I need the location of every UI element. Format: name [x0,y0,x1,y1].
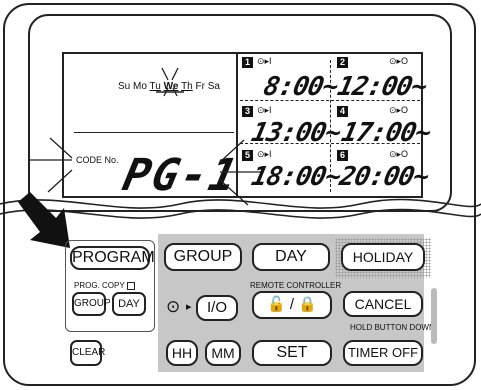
slot-1-number: 1 [242,57,253,68]
slot-2-number: 2 [337,57,348,68]
clock-icon: ⊙ [166,297,181,316]
minute-button[interactable]: MM [205,340,241,366]
cancel-button[interactable]: CANCEL [343,291,423,317]
timer-on-off-button[interactable]: I/O [196,295,238,321]
slot-2-time: 12:00~ [334,72,430,102]
slot-6-timer-off-icon: ⊙▸O [389,149,409,159]
lock-unlock-button[interactable]: 🔓 / 🔒 [252,291,332,319]
program-button[interactable]: PROGRAM [70,246,155,270]
copy-square-icon [126,281,135,290]
slot-3-timer-on-icon: ⊙▸I [257,105,272,115]
prog-copy-label: PROG. COPY [74,281,135,290]
play-arrow-icon: ▸ [186,301,192,313]
slot-4-time: 17:00~ [338,118,434,148]
timer-off-button[interactable]: TIMER OFF [343,340,423,366]
prog-copy-text: PROG. COPY [74,281,125,290]
slot-4-timer-off-icon: ⊙▸O [389,105,409,115]
hour-button[interactable]: HH [166,340,198,366]
slot-5-number: 5 [242,150,253,161]
side-indicator-bar [431,288,437,344]
prog-copy-group-button[interactable]: GROUP [72,292,111,316]
slot-2-timer-off-icon: ⊙▸O [389,56,409,66]
set-button[interactable]: SET [252,340,332,366]
slot-1-timer-on-icon: ⊙▸I [257,56,272,66]
slot-6-number: 6 [337,150,348,161]
slot-4-number: 4 [337,106,348,117]
holiday-button[interactable]: HOLIDAY [341,243,425,271]
group-button[interactable]: GROUP [164,243,242,271]
day-button[interactable]: DAY [252,243,330,271]
remote-controller-label: REMOTE CONTROLLER [250,281,342,290]
slot-1-time: 8:00~ [260,72,341,102]
hold-button-down-label: HOLD BUTTON DOWN [350,323,435,332]
slot-6-time: 20:00~ [336,162,432,192]
clear-button[interactable]: CLEAR [70,340,105,366]
prog-copy-day-button[interactable]: DAY [112,292,146,316]
slot-3-number: 3 [242,106,253,117]
slot-5-time: 18:00~ [248,162,344,192]
slot-5-timer-on-icon: ⊙▸I [257,149,272,159]
slot-3-time: 13:00~ [248,118,344,148]
